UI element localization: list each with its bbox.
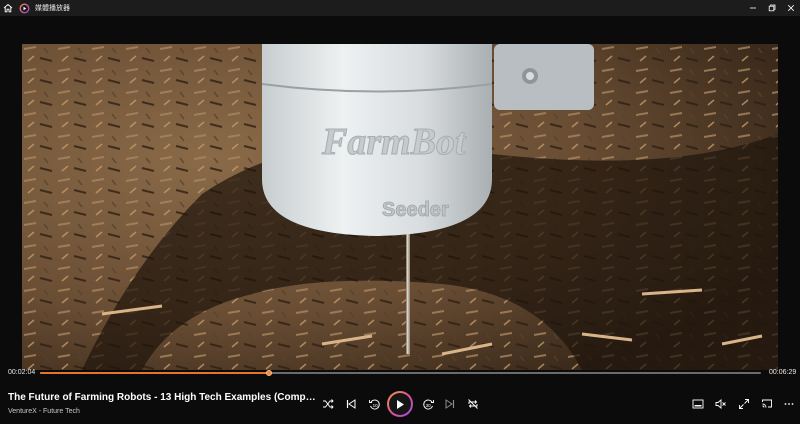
- seek-handle[interactable]: [266, 370, 273, 376]
- seek-progress: [40, 372, 270, 374]
- seek-row: 00:02:04 00:06:29: [0, 366, 800, 380]
- repeat-button[interactable]: [463, 394, 483, 414]
- media-artist: VentureX - Future Tech: [8, 408, 80, 415]
- previous-icon: [346, 399, 356, 409]
- miniplayer-button[interactable]: [688, 394, 708, 414]
- svg-text:Seeder: Seeder: [382, 199, 449, 221]
- media-title: The Future of Farming Robots - 13 High T…: [8, 392, 316, 403]
- forward-30-button[interactable]: 30: [418, 394, 438, 414]
- play-icon: [397, 399, 404, 409]
- play-button-inner: [389, 393, 411, 415]
- window-controls: [743, 0, 800, 16]
- rewind-10-icon: 10: [368, 399, 380, 409]
- svg-text:FarmBot: FarmBot: [321, 121, 467, 163]
- video-frame[interactable]: FarmBot Seeder: [22, 44, 778, 370]
- next-icon: [445, 399, 455, 409]
- cast-icon: [762, 399, 772, 408]
- mute-icon: [715, 399, 726, 409]
- shuffle-button[interactable]: [318, 394, 338, 414]
- miniplayer-icon: [692, 399, 704, 409]
- previous-button[interactable]: [341, 394, 361, 414]
- fullscreen-icon: [739, 399, 749, 409]
- app-title: 媒體播放器: [35, 5, 70, 12]
- next-button[interactable]: [440, 394, 460, 414]
- rewind-10-button[interactable]: 10: [364, 394, 384, 414]
- app-logo-icon: [16, 0, 32, 16]
- close-icon[interactable]: [781, 0, 800, 16]
- svg-text:10: 10: [372, 403, 378, 408]
- video-image: FarmBot Seeder: [22, 44, 778, 370]
- play-button[interactable]: [387, 391, 413, 417]
- media-info: The Future of Farming Robots - 13 High T…: [8, 392, 318, 415]
- shuffle-icon: [323, 399, 334, 409]
- more-icon: [784, 403, 794, 405]
- seek-bar[interactable]: [40, 370, 761, 376]
- forward-30-icon: 30: [422, 399, 434, 409]
- title-bar: 媒體播放器: [0, 0, 800, 16]
- cast-button[interactable]: [757, 394, 777, 414]
- elapsed-time: 00:02:04: [8, 369, 36, 376]
- more-button[interactable]: [779, 394, 799, 414]
- svg-text:30: 30: [425, 403, 431, 408]
- total-time: 00:06:29: [769, 369, 797, 376]
- home-icon[interactable]: [0, 0, 16, 16]
- mute-button[interactable]: [711, 394, 731, 414]
- repeat-icon: [468, 399, 478, 409]
- maximize-icon[interactable]: [762, 0, 781, 16]
- fullscreen-button[interactable]: [734, 394, 754, 414]
- minimize-icon[interactable]: [743, 0, 762, 16]
